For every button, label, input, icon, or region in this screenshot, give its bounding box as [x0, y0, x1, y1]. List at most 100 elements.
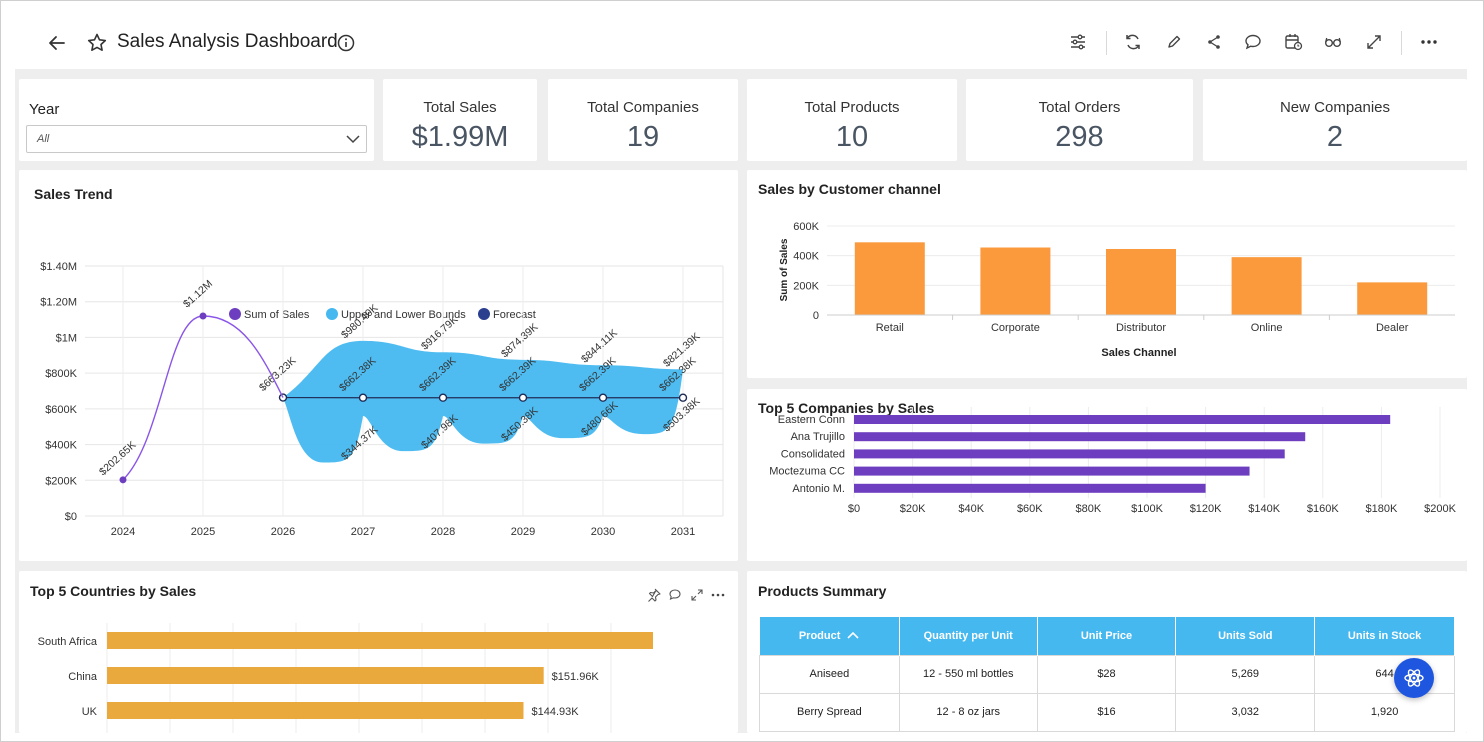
y-tick-label: 0 — [813, 310, 819, 322]
forecast-point — [518, 393, 528, 402]
bar — [854, 432, 1306, 442]
column-header-product[interactable]: Product — [759, 617, 900, 655]
column-header-quantity[interactable]: Quantity per Unit — [899, 617, 1038, 655]
table-cell: 1,920 — [1314, 692, 1455, 732]
kpi-title: New Companies — [1279, 99, 1391, 116]
kpi-value: $1.99M — [411, 121, 509, 153]
year-filter-value: All — [37, 133, 50, 145]
year-filter-card: Year All — [19, 79, 374, 161]
column-header-units-sold[interactable]: Units Sold — [1175, 617, 1316, 655]
edit-pencil-icon[interactable] — [1163, 31, 1185, 53]
y-tick-label: 600K — [793, 221, 819, 233]
top-bar: Sales Analysis Dashboard — [1, 1, 1483, 69]
page-title: Sales Analysis Dashboard — [117, 31, 338, 52]
x-tick-label: $0 — [848, 503, 860, 515]
y-tick-label: Antonio M. — [792, 483, 845, 495]
x-tick-label: $100K — [1131, 503, 1163, 515]
y-tick-label: $200K — [45, 475, 77, 487]
y-tick-label: South Africa — [38, 636, 98, 648]
back-arrow-icon[interactable] — [45, 31, 69, 55]
x-axis-title: Sales Channel — [1101, 347, 1176, 359]
data-label: $144.93K — [531, 706, 579, 718]
y-tick-label: $1.20M — [40, 297, 77, 309]
x-tick-label: $140K — [1248, 503, 1280, 515]
year-filter-select[interactable]: All — [26, 125, 367, 153]
y-tick-label: Eastern Conn — [778, 414, 845, 426]
column-header-label: Product — [798, 629, 841, 642]
table-cell: 12 - 8 oz jars — [898, 692, 1038, 732]
ai-assistant-button[interactable] — [1394, 658, 1434, 698]
table-header-row: Product Quantity per Unit Unit Price Uni… — [759, 617, 1455, 655]
countries-chart: South Africa China $151.96K UK $144.93K — [38, 623, 654, 733]
sales-trend-card: Sales Trend Sum of Sales Upper and Lower … — [19, 170, 738, 561]
filter-sliders-icon[interactable] — [1067, 31, 1089, 53]
x-tick-label: $80K — [1076, 503, 1102, 515]
toolbar-divider — [1106, 31, 1107, 55]
legend-marker — [326, 308, 338, 320]
x-tick-label: 2030 — [591, 526, 615, 538]
atom-icon — [1404, 669, 1424, 687]
bar — [854, 449, 1285, 459]
table-row[interactable]: Aniseed 12 - 550 ml bottles $28 5,269 64… — [759, 654, 1455, 694]
calendar-clock-icon[interactable] — [1282, 31, 1304, 53]
products-card: Products Summary Product Quantity per Un… — [747, 571, 1467, 733]
bar — [854, 483, 1206, 493]
y-tick-label: $600K — [45, 404, 77, 416]
x-tick-label: 2025 — [191, 526, 215, 538]
data-label: $1.12M — [181, 278, 215, 310]
kpi-title: Total Sales — [423, 99, 497, 116]
dashboard-canvas: Year All Total Sales $1.99M Total Compan… — [15, 69, 1467, 733]
table-cell: 12 - 550 ml bottles — [898, 654, 1038, 694]
x-tick-label: 2026 — [271, 526, 295, 538]
legend-label: Sum of Sales — [244, 309, 310, 321]
column-header-units-in-stock[interactable]: Units in Stock — [1314, 617, 1455, 655]
companies-card: Top 5 Companies by Sales $0 $20K $40K $60K $… — [747, 389, 1467, 561]
y-tick-label: Consolidated — [781, 448, 845, 460]
card-title: Products Summary — [758, 583, 887, 599]
table-row[interactable]: Berry Spread 12 - 8 oz jars $16 3,032 1,… — [759, 692, 1455, 732]
share-icon[interactable] — [1203, 31, 1225, 53]
table-cell: 3,032 — [1175, 692, 1316, 732]
y-tick-label: Moctezuma CC — [769, 466, 845, 478]
x-tick-label: $160K — [1307, 503, 1339, 515]
info-icon[interactable] — [336, 33, 356, 53]
kpi-card-total-products: Total Products 10 — [747, 79, 957, 161]
y-tick-label: $0 — [65, 511, 77, 523]
table-cell: Aniseed — [759, 654, 900, 694]
sort-ascending-icon[interactable] — [847, 631, 860, 639]
kpi-value: 298 — [1055, 121, 1104, 153]
forecast-point — [678, 393, 688, 402]
expand-icon[interactable] — [1363, 31, 1385, 53]
table-cell: 5,269 — [1175, 654, 1316, 694]
bar — [854, 415, 1391, 424]
channel-card: Sales by Customer channel 0 200K 400K 600K R… — [747, 170, 1467, 378]
comment-icon[interactable] — [1242, 31, 1264, 53]
forecast-point — [358, 393, 368, 402]
x-tick-label: 2029 — [511, 526, 535, 538]
glasses-icon[interactable] — [1322, 31, 1344, 53]
x-tick-label: 2031 — [671, 526, 695, 538]
x-tick-label: Distributor — [1116, 322, 1166, 334]
legend-marker — [229, 308, 241, 320]
kpi-title: Total Companies — [587, 99, 699, 116]
sales-point — [199, 312, 207, 320]
table-cell: $28 — [1036, 654, 1177, 694]
more-icon[interactable] — [1418, 31, 1440, 53]
refresh-icon[interactable] — [1122, 31, 1144, 53]
companies-chart: $0 $20K $40K $60K $80K $100K $120K $140K $160K $1… — [769, 407, 1457, 515]
kpi-card-total-companies: Total Companies 19 — [548, 79, 738, 161]
table-cell: Berry Spread — [759, 692, 900, 732]
y-tick-label: 400K — [793, 251, 819, 263]
table-cell: $16 — [1036, 692, 1177, 732]
data-label: $980.40K — [339, 302, 380, 341]
toolbar-divider — [1401, 31, 1402, 55]
bar — [107, 667, 544, 684]
bar — [107, 702, 524, 719]
kpi-card-total-orders: Total Orders 298 — [966, 79, 1193, 161]
kpi-value: 2 — [1326, 121, 1344, 153]
y-axis-title: Sum of Sales — [779, 238, 790, 301]
data-label: $151.96K — [552, 671, 600, 683]
favorite-star-icon[interactable] — [85, 31, 109, 55]
bar — [1357, 282, 1428, 315]
column-header-unit-price[interactable]: Unit Price — [1037, 617, 1177, 655]
